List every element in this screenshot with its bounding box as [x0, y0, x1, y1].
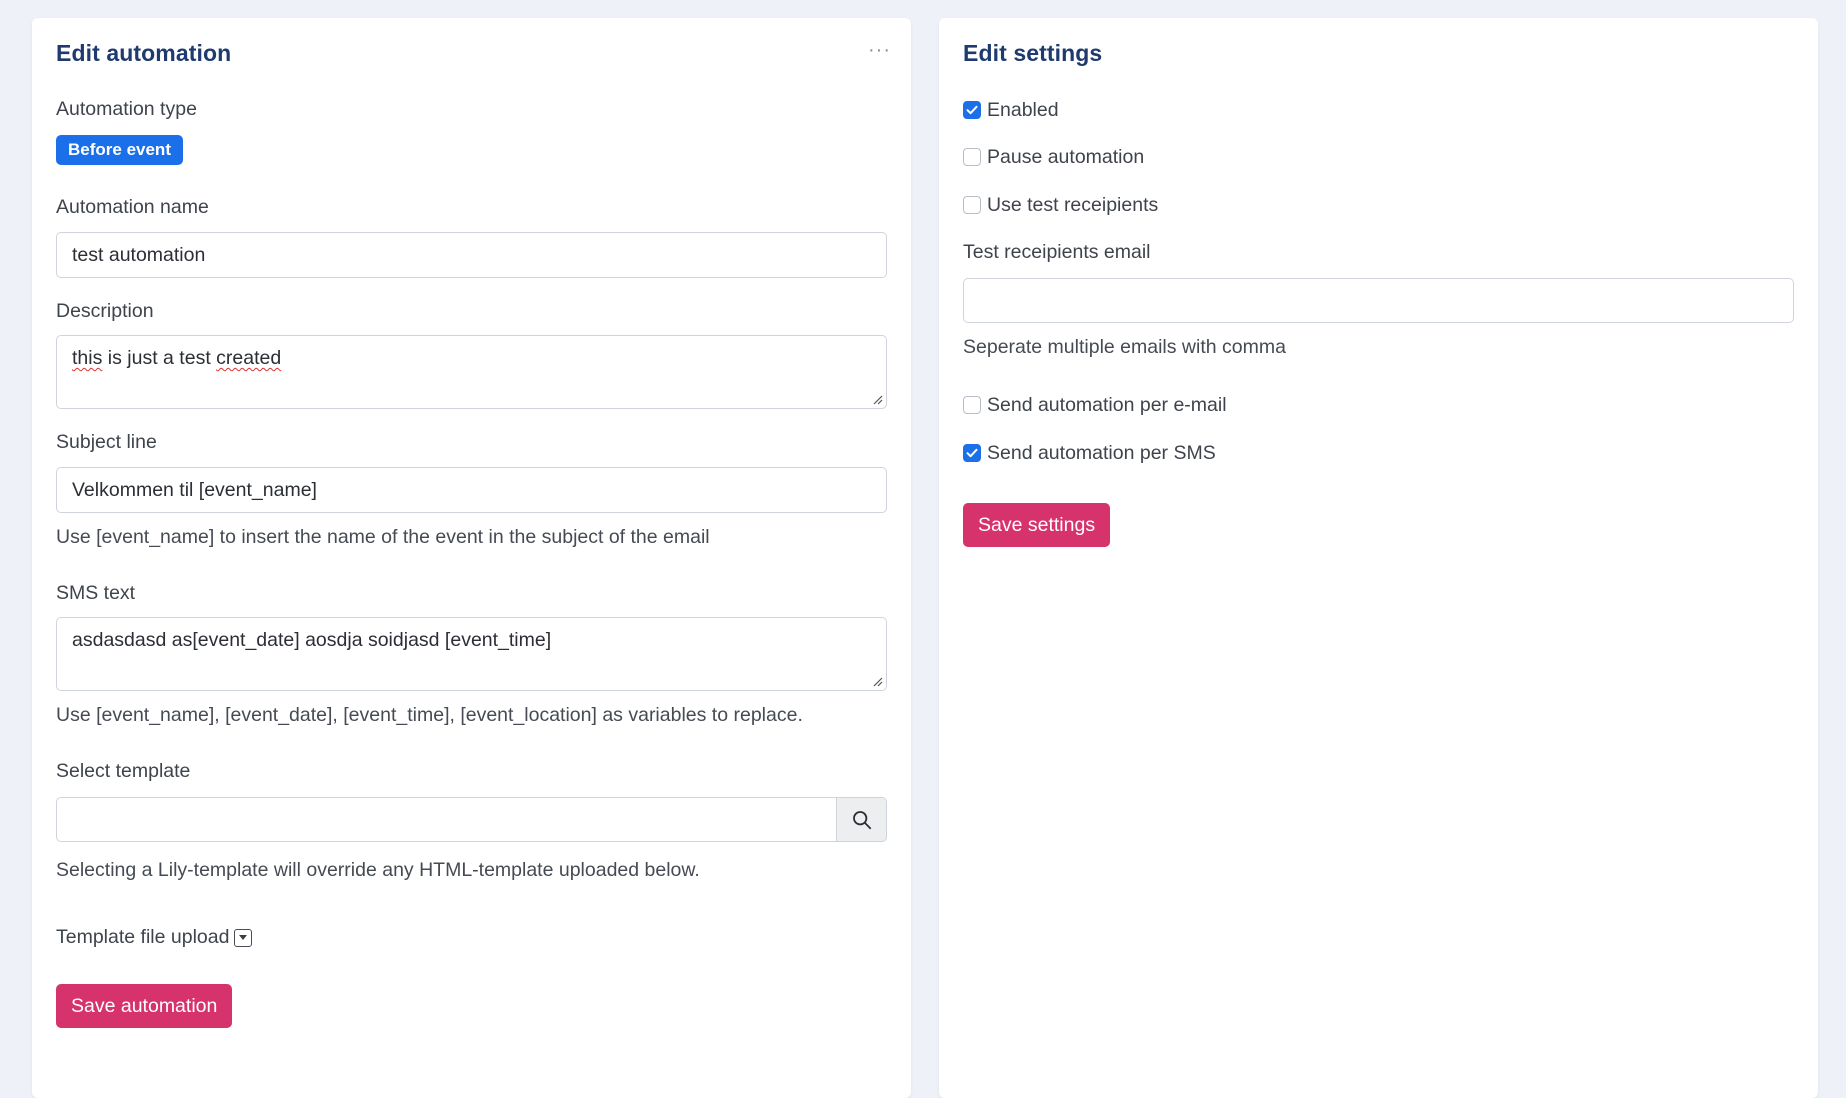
resize-grip-icon[interactable] [872, 676, 883, 687]
automation-type-label: Automation type [56, 98, 197, 120]
caret-down-square-icon[interactable] [234, 928, 253, 947]
sms-text-value: asdasdasd as[event_date] aosdja soidjasd… [72, 629, 552, 651]
template-search-button[interactable] [837, 797, 887, 842]
checkbox-row-send-sms[interactable]: Send automation per SMS [963, 440, 1216, 466]
description-textarea[interactable]: this is just a test created [56, 335, 887, 409]
enabled-checkbox[interactable] [963, 101, 981, 119]
pause-automation-label: Pause automation [987, 145, 1145, 168]
subject-line-hint: Use [event_name] to insert the name of t… [56, 526, 710, 548]
send-per-email-checkbox[interactable] [963, 396, 981, 414]
pause-automation-checkbox[interactable] [963, 148, 981, 166]
description-word-misspelled: this [72, 347, 103, 369]
sms-text-label: SMS text [56, 582, 136, 604]
edit-automation-title: Edit automation [56, 40, 232, 66]
edit-automation-card: Edit automation ··· Automation type Befo… [32, 18, 911, 1098]
subject-line-label: Subject line [56, 431, 157, 453]
automation-name-label: Automation name [56, 196, 209, 218]
use-test-recipients-checkbox[interactable] [963, 196, 981, 214]
description-text: is just a test [102, 347, 217, 369]
edit-settings-title: Edit settings [963, 40, 1103, 66]
description-word-misspelled: created [216, 347, 282, 369]
description-label: Description [56, 300, 154, 322]
test-recipients-email-input[interactable] [963, 278, 1794, 323]
subject-line-input[interactable] [56, 467, 887, 513]
more-horizontal-icon[interactable]: ··· [868, 40, 891, 60]
save-automation-button[interactable]: Save automation [56, 984, 233, 1028]
send-per-email-label: Send automation per e-mail [987, 393, 1227, 416]
checkbox-row-pause[interactable]: Pause automation [963, 144, 1144, 170]
automation-type-badge: Before event [56, 135, 183, 165]
edit-settings-card: Edit settings Enabled Pause automation U… [939, 18, 1818, 1098]
select-template-input[interactable] [56, 797, 837, 842]
search-icon [852, 810, 871, 829]
checkbox-row-enabled[interactable]: Enabled [963, 97, 1059, 123]
template-file-upload-row: Template file upload [56, 926, 253, 949]
test-recipients-email-hint: Seperate multiple emails with comma [963, 336, 1286, 358]
save-settings-button[interactable]: Save settings [963, 503, 1111, 547]
select-template-label: Select template [56, 760, 191, 782]
check-icon [966, 105, 978, 115]
sms-text-textarea[interactable]: asdasdasd as[event_date] aosdja soidjasd… [56, 617, 887, 691]
use-test-recipients-label: Use test receipients [987, 193, 1159, 216]
check-icon [966, 448, 978, 458]
sms-text-hint: Use [event_name], [event_date], [event_t… [56, 704, 803, 726]
send-per-sms-checkbox[interactable] [963, 444, 981, 462]
checkbox-row-test-recipients[interactable]: Use test receipients [963, 192, 1158, 218]
template-file-upload-label: Template file upload [56, 926, 230, 948]
checkbox-row-send-email[interactable]: Send automation per e-mail [963, 392, 1227, 418]
select-template-hint: Selecting a Lily-template will override … [56, 859, 700, 881]
test-recipients-email-label: Test receipients email [963, 241, 1151, 263]
send-per-sms-label: Send automation per SMS [987, 441, 1216, 464]
enabled-label: Enabled [987, 98, 1059, 121]
resize-grip-icon[interactable] [872, 394, 883, 405]
automation-name-input[interactable] [56, 232, 887, 278]
